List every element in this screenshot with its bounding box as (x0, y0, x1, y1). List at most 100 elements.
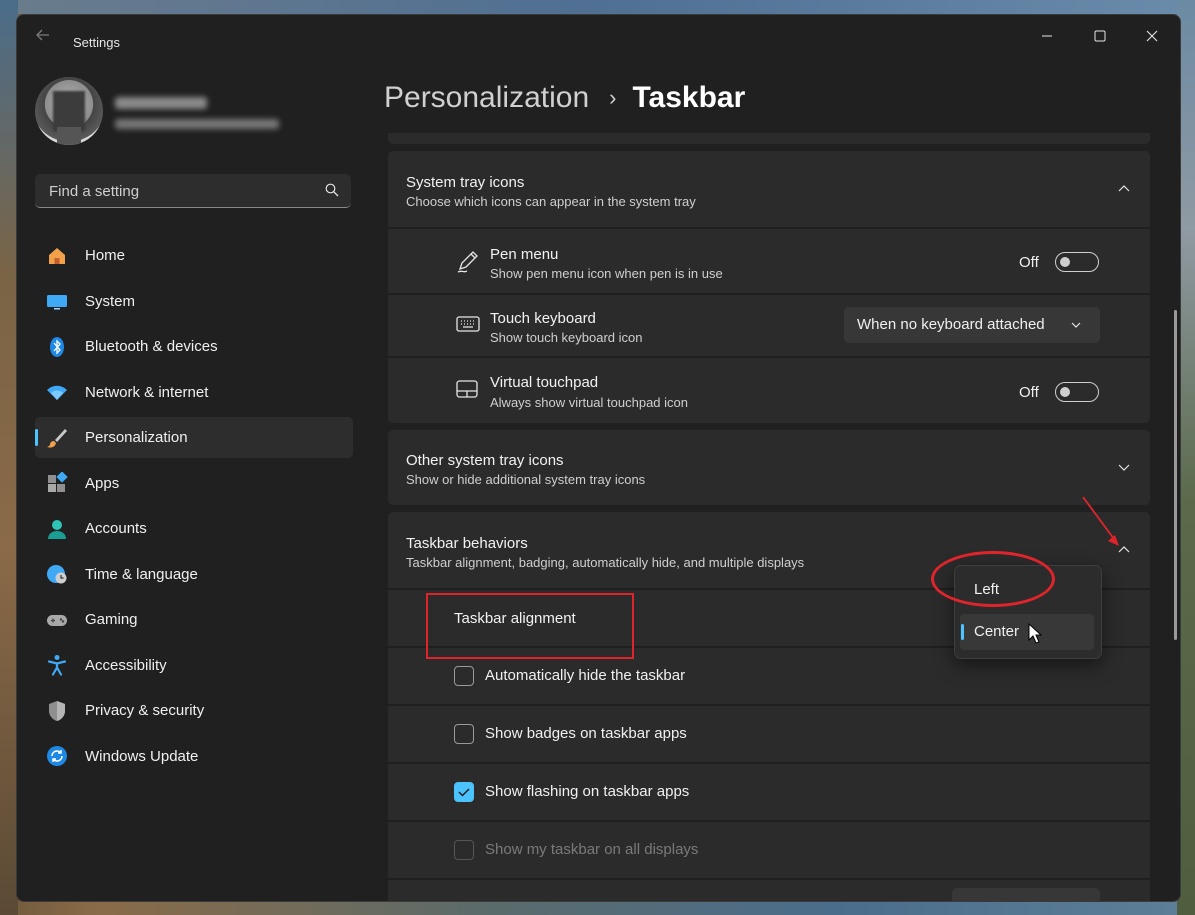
pen-menu-row: Pen menu Show pen menu icon when pen is … (388, 229, 1150, 293)
pen-menu-state: Off (1019, 254, 1039, 271)
sidebar-item-label: System (85, 292, 136, 310)
option-label: Center (974, 623, 1020, 640)
alignment-option-center[interactable]: Center (960, 614, 1094, 650)
sidebar-item-bluetooth[interactable]: Bluetooth & devices (35, 326, 353, 367)
user-name (115, 97, 207, 109)
other-tray-card[interactable]: Other system tray icons Show or hide add… (388, 430, 1150, 505)
system-tray-subtitle: Choose which icons can appear in the sys… (406, 194, 696, 209)
sidebar-item-system[interactable]: System (35, 281, 353, 322)
auto-hide-checkbox[interactable] (454, 666, 474, 686)
auto-hide-label: Automatically hide the taskbar (485, 667, 686, 684)
sidebar-item-personalization[interactable]: Personalization (35, 417, 353, 458)
badges-label: Show badges on taskbar apps (485, 725, 687, 742)
badges-row: Show badges on taskbar apps (388, 706, 1150, 762)
taskbar-behaviors-subtitle: Taskbar alignment, badging, automaticall… (406, 555, 805, 570)
chevron-up-icon[interactable] (1116, 181, 1132, 197)
flashing-row: Show flashing on taskbar apps (388, 764, 1150, 820)
sidebar-item-apps[interactable]: Apps (35, 463, 353, 504)
settings-window: Settings Home System (16, 14, 1181, 902)
mouse-cursor-icon (1028, 623, 1042, 644)
virtual-touchpad-title: Virtual touchpad (490, 374, 599, 391)
search-icon[interactable] (325, 183, 339, 197)
breadcrumb-parent[interactable]: Personalization (384, 81, 589, 115)
breadcrumb-separator-icon: › (609, 85, 617, 110)
avatar[interactable] (35, 77, 103, 145)
wifi-icon (45, 380, 69, 404)
sidebar-item-label: Accessibility (85, 656, 167, 674)
sidebar-item-accounts[interactable]: Accounts (35, 508, 353, 549)
dropdown-value: When no keyboard attached (857, 316, 1045, 333)
partial-dropdown[interactable] (952, 888, 1100, 901)
keyboard-icon (456, 316, 480, 332)
virtual-touchpad-state: Off (1019, 384, 1039, 401)
annotation-ellipse (931, 551, 1055, 607)
system-tray-title: System tray icons (406, 174, 525, 191)
sidebar-item-label: Bluetooth & devices (85, 338, 218, 355)
desktop-wallpaper-top (0, 0, 1195, 14)
sidebar-item-home[interactable]: Home (35, 235, 353, 276)
all-displays-label: Show my taskbar on all displays (485, 841, 699, 858)
sidebar-item-time-language[interactable]: Time & language (35, 554, 353, 595)
maximize-icon (1094, 30, 1106, 42)
title-bar: Settings (17, 15, 1180, 53)
pen-menu-subtitle: Show pen menu icon when pen is in use (490, 266, 723, 281)
next-row-partial (388, 880, 1150, 901)
touchpad-icon (456, 380, 478, 398)
app-title: Settings (73, 35, 120, 50)
other-tray-subtitle: Show or hide additional system tray icon… (406, 472, 646, 487)
other-tray-title: Other system tray icons (406, 452, 564, 469)
sidebar-item-windows-update[interactable]: Windows Update (35, 736, 353, 777)
close-button[interactable] (1137, 23, 1167, 49)
checkmark-icon (458, 788, 470, 797)
sidebar-item-label: Time & language (85, 565, 198, 583)
maximize-button[interactable] (1085, 23, 1115, 49)
sidebar-item-gaming[interactable]: Gaming (35, 599, 353, 640)
sidebar-item-label: Accounts (85, 520, 147, 537)
settings-content: System tray icons Choose which icons can… (388, 133, 1150, 901)
virtual-touchpad-toggle[interactable] (1055, 382, 1099, 402)
sidebar-item-label: Network & internet (85, 383, 209, 401)
search-input[interactable] (47, 182, 311, 201)
back-arrow-icon (36, 29, 49, 41)
shield-icon (45, 699, 69, 723)
touch-keyboard-dropdown[interactable]: When no keyboard attached (844, 307, 1100, 343)
apps-icon (45, 471, 69, 495)
home-icon (45, 244, 69, 268)
minimize-icon (1042, 35, 1052, 37)
sidebar-item-privacy-security[interactable]: Privacy & security (35, 690, 353, 731)
search-box[interactable] (35, 174, 351, 208)
touch-keyboard-row: Touch keyboard Show touch keyboard icon … (388, 295, 1150, 356)
system-tray-header[interactable]: System tray icons Choose which icons can… (388, 151, 1150, 227)
system-tray-card: System tray icons Choose which icons can… (388, 151, 1150, 423)
sidebar-item-label: Apps (85, 474, 120, 492)
minimize-button[interactable] (1032, 23, 1062, 49)
previous-card-edge (388, 133, 1150, 144)
chevron-down-icon[interactable] (1116, 459, 1132, 475)
pen-menu-toggle[interactable] (1055, 252, 1099, 272)
brush-icon (45, 426, 69, 450)
sidebar-item-network[interactable]: Network & internet (35, 372, 353, 413)
accessibility-icon (45, 653, 69, 677)
sidebar-item-label: Home (85, 247, 126, 264)
scrollbar-thumb[interactable] (1174, 310, 1177, 640)
flashing-checkbox[interactable] (454, 782, 474, 802)
person-icon (45, 517, 69, 541)
flashing-label: Show flashing on taskbar apps (485, 783, 690, 800)
bluetooth-icon (45, 335, 69, 359)
taskbar-behaviors-title: Taskbar behaviors (406, 535, 528, 552)
sidebar-item-accessibility[interactable]: Accessibility (35, 645, 353, 686)
pen-menu-title: Pen menu (490, 246, 559, 263)
badges-checkbox[interactable] (454, 724, 474, 744)
virtual-touchpad-subtitle: Always show virtual touchpad icon (490, 395, 688, 410)
all-displays-checkbox[interactable] (454, 840, 474, 860)
back-button[interactable] (35, 27, 51, 43)
sidebar-item-label: Privacy & security (85, 702, 205, 719)
touch-keyboard-title: Touch keyboard (490, 310, 596, 327)
page-title: Taskbar (632, 81, 746, 114)
monitor-icon (45, 289, 69, 313)
virtual-touchpad-row: Virtual touchpad Always show virtual tou… (388, 358, 1150, 423)
all-displays-row: Show my taskbar on all displays (388, 822, 1150, 878)
sidebar-item-label: Windows Update (85, 747, 199, 765)
annotation-rectangle (426, 593, 634, 659)
sidebar-item-label: Gaming (85, 611, 138, 628)
